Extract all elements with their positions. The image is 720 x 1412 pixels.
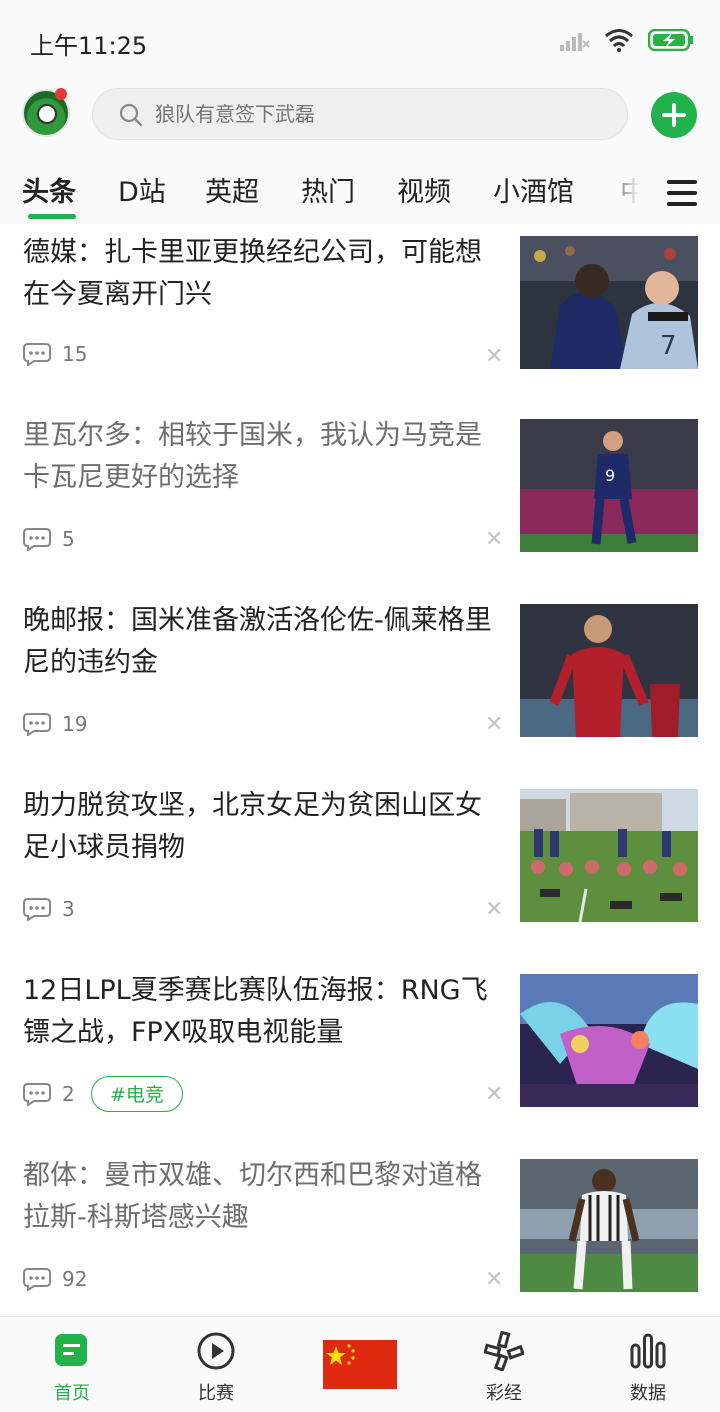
comment-count: 5 [22, 527, 75, 551]
tab-tavern[interactable]: 小酒馆 [493, 170, 574, 209]
wifi-icon [605, 29, 633, 52]
comment-number: 5 [62, 527, 75, 551]
notification-dot [55, 88, 67, 100]
nav-home[interactable]: 首页 [12, 1317, 132, 1412]
active-tab-indicator [28, 214, 76, 219]
comment-number: 2 [62, 1082, 75, 1106]
nav-label: 彩经 [486, 1383, 522, 1404]
menu-icon[interactable] [667, 180, 697, 206]
nav-label: 比赛 [198, 1383, 234, 1404]
topic-tag[interactable]: #电竞 [91, 1076, 183, 1112]
bar-chart-icon [630, 1333, 666, 1369]
news-title[interactable]: 助力脱贫攻坚，北京女足为贫困山区女足小球员捐物 [23, 785, 493, 869]
dismiss-icon[interactable]: ✕ [485, 897, 503, 922]
news-item[interactable]: 晚邮报：国米准备激活洛伦佐-佩莱格里尼的违约金 19 ✕ [0, 582, 720, 768]
nav-label: 首页 [54, 1383, 90, 1404]
search-input[interactable] [153, 101, 597, 127]
status-bar: 上午11:25 [0, 0, 720, 80]
news-title[interactable]: 里瓦尔多：相较于国米，我认为马竞是卡瓦尼更好的选择 [23, 415, 493, 499]
news-item[interactable]: 里瓦尔多：相较于国米，我认为马竞是卡瓦尼更好的选择 5 ✕ 9 [0, 397, 720, 583]
search-icon [119, 103, 143, 127]
comment-icon [23, 713, 51, 736]
tab-premier-league[interactable]: 英超 [205, 170, 259, 209]
news-title[interactable]: 晚邮报：国米准备激活洛伦佐-佩莱格里尼的违约金 [23, 600, 493, 684]
nav-label: 数据 [630, 1383, 666, 1404]
comment-icon [23, 898, 51, 921]
home-icon [55, 1334, 87, 1366]
comment-count: 92 [22, 1267, 87, 1291]
signal-icon [560, 33, 590, 51]
comment-icon [23, 1083, 51, 1106]
news-item[interactable]: 助力脱贫攻坚，北京女足为贫困山区女足小球员捐物 3 ✕ [0, 767, 720, 953]
nav-data[interactable]: 数据 [588, 1317, 708, 1412]
battery-icon [648, 29, 693, 51]
comment-count: 19 [22, 712, 87, 736]
header [0, 80, 720, 148]
comment-number: 15 [62, 342, 88, 366]
comment-count: 3 [22, 897, 75, 921]
tab-fade [600, 148, 650, 224]
news-item[interactable]: 12日LPL夏季赛比赛队伍海报：RNG飞镖之战，FPX吸取电视能量 2 #电竞 … [0, 952, 720, 1138]
news-thumbnail[interactable]: 9 [520, 419, 698, 552]
comment-number: 92 [62, 1267, 88, 1291]
comment-number: 19 [62, 712, 88, 736]
tab-hot[interactable]: 热门 [301, 170, 355, 209]
comment-icon [23, 343, 51, 366]
add-button[interactable] [651, 92, 697, 138]
bottom-nav: 首页 比赛 彩经 数据 [0, 1316, 720, 1412]
dismiss-icon[interactable]: ✕ [485, 1267, 503, 1292]
play-circle-icon [197, 1332, 235, 1370]
dismiss-icon[interactable]: ✕ [485, 1082, 503, 1107]
search-bar[interactable] [92, 88, 628, 140]
comment-count: 2 [22, 1082, 75, 1106]
status-icons [560, 28, 694, 52]
news-title[interactable]: 德媒：扎卡里亚更换经纪公司，可能想在今夏离开门兴 [23, 232, 493, 316]
tab-video[interactable]: 视频 [397, 170, 451, 209]
dismiss-icon[interactable]: ✕ [485, 527, 503, 552]
news-title[interactable]: 12日LPL夏季赛比赛队伍海报：RNG飞镖之战，FPX吸取电视能量 [23, 970, 493, 1054]
comment-icon [23, 1268, 51, 1291]
tab-d-station[interactable]: D站 [118, 170, 166, 209]
nav-lottery[interactable]: 彩经 [444, 1317, 564, 1412]
china-flag-icon[interactable] [323, 1340, 397, 1389]
lottery-icon [484, 1331, 524, 1371]
news-feed: 德媒：扎卡里亚更换经纪公司，可能想在今夏离开门兴 15 ✕ 7 里瓦尔多：相较于… [0, 224, 720, 1316]
news-item[interactable]: 都体：曼市双雄、切尔西和巴黎对道格拉斯-科斯塔感兴趣 92 ✕ [0, 1137, 720, 1316]
comment-count: 15 [22, 342, 87, 366]
svg-text:7: 7 [660, 331, 677, 361]
news-item[interactable]: 德媒：扎卡里亚更换经纪公司，可能想在今夏离开门兴 15 ✕ 7 [0, 224, 720, 409]
svg-text:9: 9 [605, 466, 615, 485]
comment-icon [23, 528, 51, 551]
dismiss-icon[interactable]: ✕ [485, 712, 503, 737]
dismiss-icon[interactable]: ✕ [485, 344, 503, 369]
news-thumbnail[interactable] [520, 974, 698, 1107]
tab-headlines[interactable]: 头条 [22, 170, 76, 209]
news-thumbnail[interactable]: 7 [520, 236, 698, 369]
nav-matches[interactable]: 比赛 [156, 1317, 276, 1412]
status-time: 上午11:25 [30, 32, 148, 60]
comment-number: 3 [62, 897, 75, 921]
channel-tabs: 头条 D站 英超 热门 视频 小酒馆 中 [0, 148, 720, 224]
news-thumbnail[interactable] [520, 1159, 698, 1292]
news-thumbnail[interactable] [520, 789, 698, 922]
news-title[interactable]: 都体：曼市双雄、切尔西和巴黎对道格拉斯-科斯塔感兴趣 [23, 1155, 493, 1239]
football-icon [37, 104, 57, 124]
news-thumbnail[interactable] [520, 604, 698, 737]
